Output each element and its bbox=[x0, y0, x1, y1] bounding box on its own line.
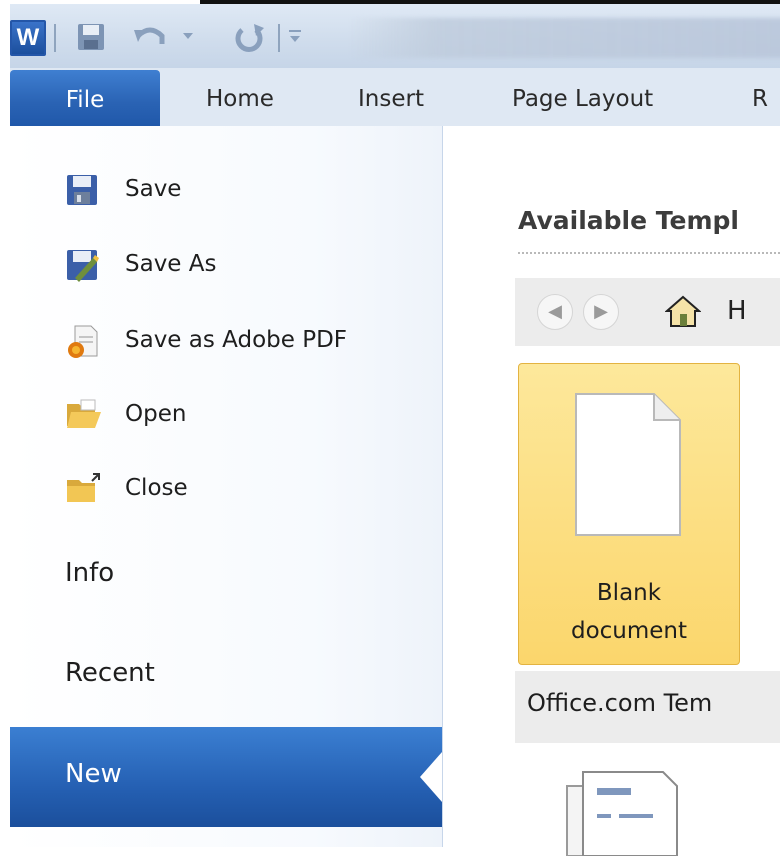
open-command[interactable]: Open bbox=[10, 386, 442, 446]
new-document-pane: Available Templ ◀ ▶ H Blank document Off… bbox=[443, 126, 780, 857]
home-icon[interactable] bbox=[664, 294, 702, 328]
close-folder-icon bbox=[65, 472, 101, 508]
undo-dropdown-icon[interactable] bbox=[182, 32, 194, 40]
save-as-icon bbox=[65, 248, 101, 284]
open-label: Open bbox=[125, 401, 187, 427]
nav-item-info[interactable]: Info bbox=[65, 558, 114, 588]
nav-item-new-label: New bbox=[65, 759, 122, 789]
save-as-command[interactable]: Save As bbox=[10, 236, 442, 296]
tab-page-layout[interactable]: Page Layout bbox=[512, 86, 653, 112]
tab-home[interactable]: Home bbox=[206, 86, 274, 112]
office-com-templates-bar: Office.com Tem bbox=[515, 671, 780, 743]
save-as-pdf-command[interactable]: Save as Adobe PDF bbox=[10, 312, 442, 372]
close-label: Close bbox=[125, 475, 188, 501]
forward-arrow-icon[interactable]: ▶ bbox=[583, 294, 619, 330]
close-command[interactable]: Close bbox=[10, 460, 442, 520]
tab-insert[interactable]: Insert bbox=[358, 86, 424, 112]
nav-item-new[interactable]: New bbox=[10, 727, 442, 827]
nav-item-recent[interactable]: Recent bbox=[65, 658, 155, 688]
undo-icon[interactable] bbox=[132, 22, 168, 52]
save-as-label: Save As bbox=[125, 251, 217, 277]
save-icon bbox=[65, 173, 101, 209]
qat-separator bbox=[278, 24, 280, 52]
heading-divider bbox=[518, 252, 780, 254]
save-label: Save bbox=[125, 176, 182, 202]
back-arrow-icon[interactable]: ◀ bbox=[537, 294, 573, 330]
redo-icon[interactable] bbox=[232, 22, 266, 54]
blank-document-label: Blank document bbox=[570, 580, 688, 644]
blank-page-icon bbox=[574, 392, 682, 537]
template-nav-bar: ◀ ▶ H bbox=[515, 278, 780, 346]
template-doc-icon[interactable] bbox=[553, 766, 693, 857]
customize-qat-icon[interactable] bbox=[288, 28, 302, 44]
pdf-icon bbox=[65, 324, 101, 360]
selection-arrow bbox=[420, 752, 442, 802]
save-icon[interactable] bbox=[76, 22, 106, 52]
open-folder-icon bbox=[65, 398, 101, 434]
save-as-pdf-label: Save as Adobe PDF bbox=[125, 327, 348, 353]
tab-references-partial[interactable]: R bbox=[752, 86, 768, 112]
tab-file[interactable]: File bbox=[10, 70, 160, 130]
home-breadcrumb[interactable]: H bbox=[727, 296, 747, 326]
qat-separator bbox=[54, 24, 56, 52]
available-templates-heading: Available Templ bbox=[518, 206, 739, 235]
word-logo-icon[interactable]: W bbox=[10, 20, 46, 56]
blank-document-tile[interactable]: Blank document bbox=[518, 363, 740, 665]
quick-access-toolbar: W bbox=[10, 4, 780, 69]
backstage-nav: Save Save As Save as Adobe PDF Open Clos… bbox=[10, 126, 443, 847]
save-command[interactable]: Save bbox=[10, 161, 442, 221]
title-bar-blur bbox=[350, 18, 780, 58]
office-com-templates-label: Office.com Tem bbox=[527, 689, 713, 717]
